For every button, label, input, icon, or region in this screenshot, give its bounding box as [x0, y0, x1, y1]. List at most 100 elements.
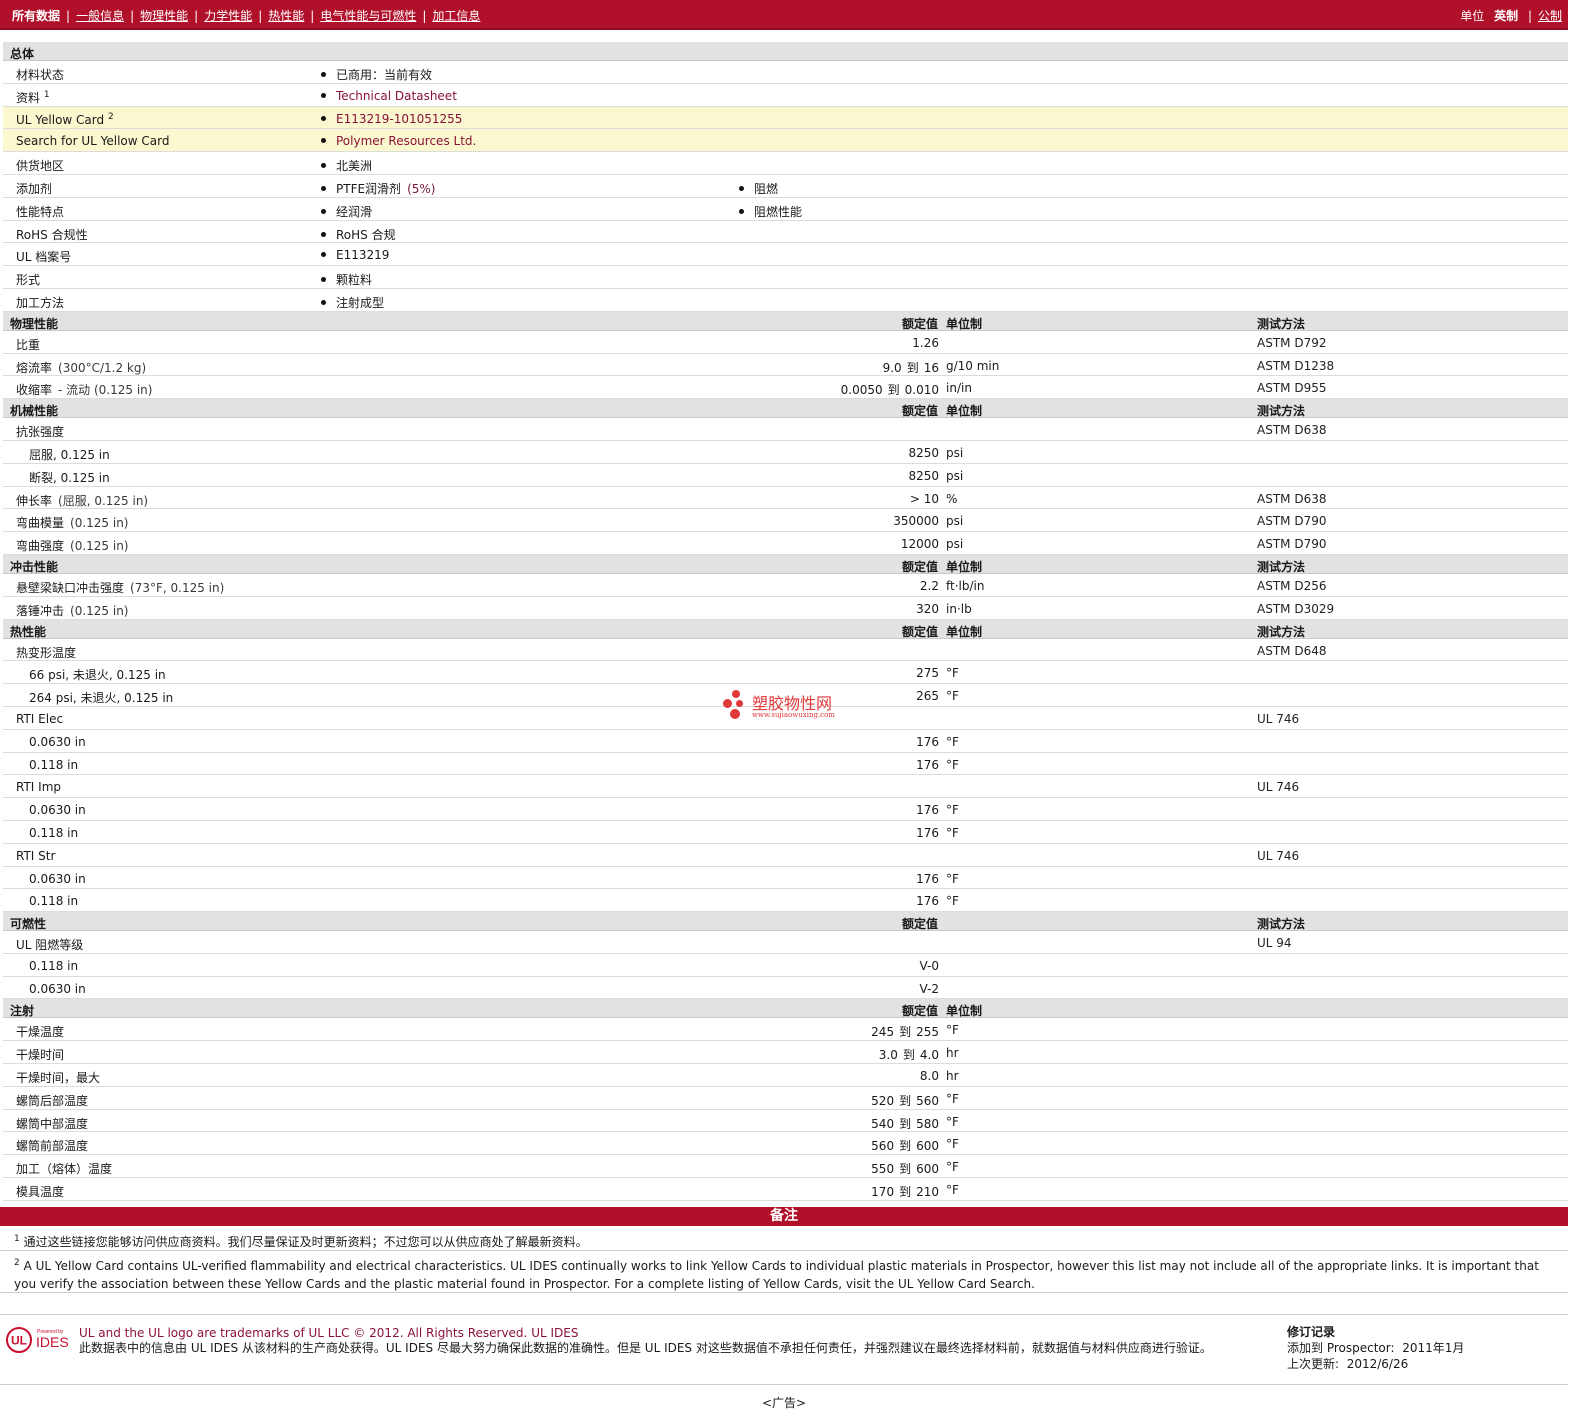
col-header-method: 测试方法 [1257, 404, 1306, 419]
test-method: UL 94 [1257, 936, 1292, 951]
property-condition: (300°C/1.2 kg) [58, 360, 147, 375]
units-imperial[interactable]: 英制 [1494, 9, 1518, 23]
property-unit: psi [946, 514, 964, 529]
col-header-method: 测试方法 [1257, 917, 1306, 932]
bullet-icon [321, 231, 326, 237]
value-text: 已商用：当前有效 [336, 68, 433, 82]
value-text: 颗粒料 [336, 273, 373, 288]
value-link[interactable]: E113219-101051255 [336, 112, 462, 126]
nav-general[interactable]: 一般信息 [76, 9, 124, 23]
general-row: 供货地区 北美洲 [3, 152, 1568, 175]
general-row: 添加剂 PTFE润滑剂 (5%) 阻燃 [3, 175, 1568, 198]
section-title: 冲击性能 [10, 559, 59, 574]
property-label: 0.118 in [29, 825, 79, 840]
footnote-ref[interactable]: 1 [44, 90, 50, 100]
value-link[interactable]: Polymer Resources Ltd. [336, 134, 476, 148]
watermark-logo: 塑胶物性网 www.sujiaowuxing.com [722, 690, 852, 726]
row-value: RoHS 合规 [321, 226, 396, 243]
property-unit: in·lb [946, 601, 972, 616]
nav-thermal[interactable]: 热性能 [268, 9, 304, 23]
test-method: ASTM D638 [1257, 491, 1327, 506]
property-unit: psi [946, 445, 964, 460]
property-row: 落锤冲击 (0.125 in) 320 in·lb ASTM D3029 [3, 597, 1568, 620]
value-text: E113219 [336, 248, 390, 263]
nav-processing[interactable]: 加工信息 [432, 9, 480, 23]
property-label: 螺筒后部温度 [16, 1093, 89, 1108]
col-header-unit: 单位制 [946, 404, 983, 419]
bullet-icon [321, 72, 326, 77]
property-row: RTI Str UL 746 [3, 844, 1568, 867]
property-unit: °F [946, 894, 959, 909]
nav-all-data[interactable]: 所有数据 [12, 9, 60, 23]
section-title: 可燃性 [10, 917, 47, 932]
nav-electrical[interactable]: 电气性能与可燃性 [320, 9, 416, 23]
property-unit: °F [946, 757, 959, 772]
col-header-value: 额定值 [901, 404, 938, 419]
row-value-2: 阻燃 [739, 180, 778, 197]
property-condition: (0.125 in) [70, 516, 129, 531]
bullet-icon [321, 277, 326, 283]
property-label: 0.0630 in [29, 981, 86, 996]
property-unit: °F [946, 803, 959, 818]
section-title: 热性能 [10, 624, 47, 639]
bullet-icon [321, 208, 326, 214]
test-method: ASTM D790 [1257, 514, 1327, 529]
row-value: Technical Datasheet [321, 89, 457, 103]
value-text: 阻燃性能 [754, 204, 803, 219]
test-method: UL 746 [1257, 780, 1300, 795]
nav-mechanical[interactable]: 力学性能 [204, 9, 252, 23]
units-label: 单位 [1460, 9, 1485, 23]
property-label: RTI Elec [16, 711, 64, 726]
col-header-unit: 单位制 [946, 1004, 983, 1019]
property-value: 176 [916, 734, 939, 749]
property-row: 0.0630 in 176 °F [3, 867, 1568, 890]
value-link[interactable]: Technical Datasheet [336, 89, 457, 103]
revision-history: 修订记录 添加到 Prospector: 2011年1月 上次更新: 2012/… [1287, 1325, 1465, 1371]
footnote-ref[interactable]: 2 [108, 112, 114, 122]
property-row: 热变形温度 ASTM D648 [3, 639, 1568, 662]
bullet-icon [321, 163, 326, 169]
section-title: 注射 [10, 1004, 35, 1019]
general-row: UL Yellow Card 2 E113219-101051255 [3, 106, 1568, 130]
property-row: 模具温度 170 到 210 °F [3, 1178, 1568, 1201]
row-value: 经润滑 [321, 203, 372, 220]
property-value: 176 [916, 825, 939, 840]
property-label: 屈服, 0.125 in [29, 447, 110, 462]
row-label: UL 档案号 [16, 250, 72, 265]
property-row: 抗张强度 ASTM D638 [3, 418, 1568, 441]
property-label: RTI Str [16, 848, 56, 863]
property-label: 热变形温度 [16, 645, 77, 660]
property-row: 0.118 in V-0 [3, 954, 1568, 977]
row-label: 形式 [16, 273, 41, 288]
property-row: 0.118 in 176 °F [3, 753, 1568, 776]
property-label: 弯曲模量 (0.125 in) [16, 516, 129, 531]
property-row: 干燥时间，最大 8.0 hr [3, 1064, 1568, 1087]
ul-ides-link[interactable]: UL IDES [531, 1326, 578, 1340]
row-label: UL Yellow Card 2 [16, 111, 114, 127]
value-text: 注射成型 [336, 295, 385, 310]
bullet-icon [739, 208, 744, 214]
col-header-value: 额定值 [901, 917, 938, 932]
value-note: (5%) [407, 181, 436, 196]
property-label: 0.0630 in [29, 803, 86, 818]
section-header: 冲击性能 额定值 单位制 测试方法 [3, 554, 1568, 574]
property-label: 螺筒中部温度 [16, 1116, 89, 1131]
units-metric[interactable]: 公制 [1538, 9, 1562, 23]
property-label: 悬壁梁缺口冲击强度 (73°F, 0.125 in) [16, 580, 225, 595]
property-row: 干燥时间 3.0 到 4.0 hr [3, 1041, 1568, 1065]
property-value: 9.0 到 16 [882, 360, 939, 375]
footer-disclaimer: UL and the UL logo are trademarks of UL … [79, 1326, 1269, 1356]
section-title: 物理性能 [10, 316, 59, 331]
property-row: 干燥温度 245 到 255 °F [3, 1018, 1568, 1042]
property-row: 弯曲模量 (0.125 in) 350000 psi ASTM D790 [3, 509, 1568, 533]
bullet-icon [321, 92, 326, 98]
property-row: 0.0630 in 176 °F [3, 798, 1568, 821]
bullet-icon [321, 299, 326, 305]
property-unit: psi [946, 468, 964, 483]
value-text: PTFE润滑剂 [336, 181, 402, 196]
nav-physical[interactable]: 物理性能 [140, 9, 188, 23]
section-header: 可燃性 额定值 测试方法 [3, 912, 1568, 932]
property-row: 螺筒前部温度 560 到 600 °F [3, 1132, 1568, 1156]
property-label: 0.118 in [29, 757, 79, 772]
property-label: UL 阻燃等级 [16, 938, 84, 953]
